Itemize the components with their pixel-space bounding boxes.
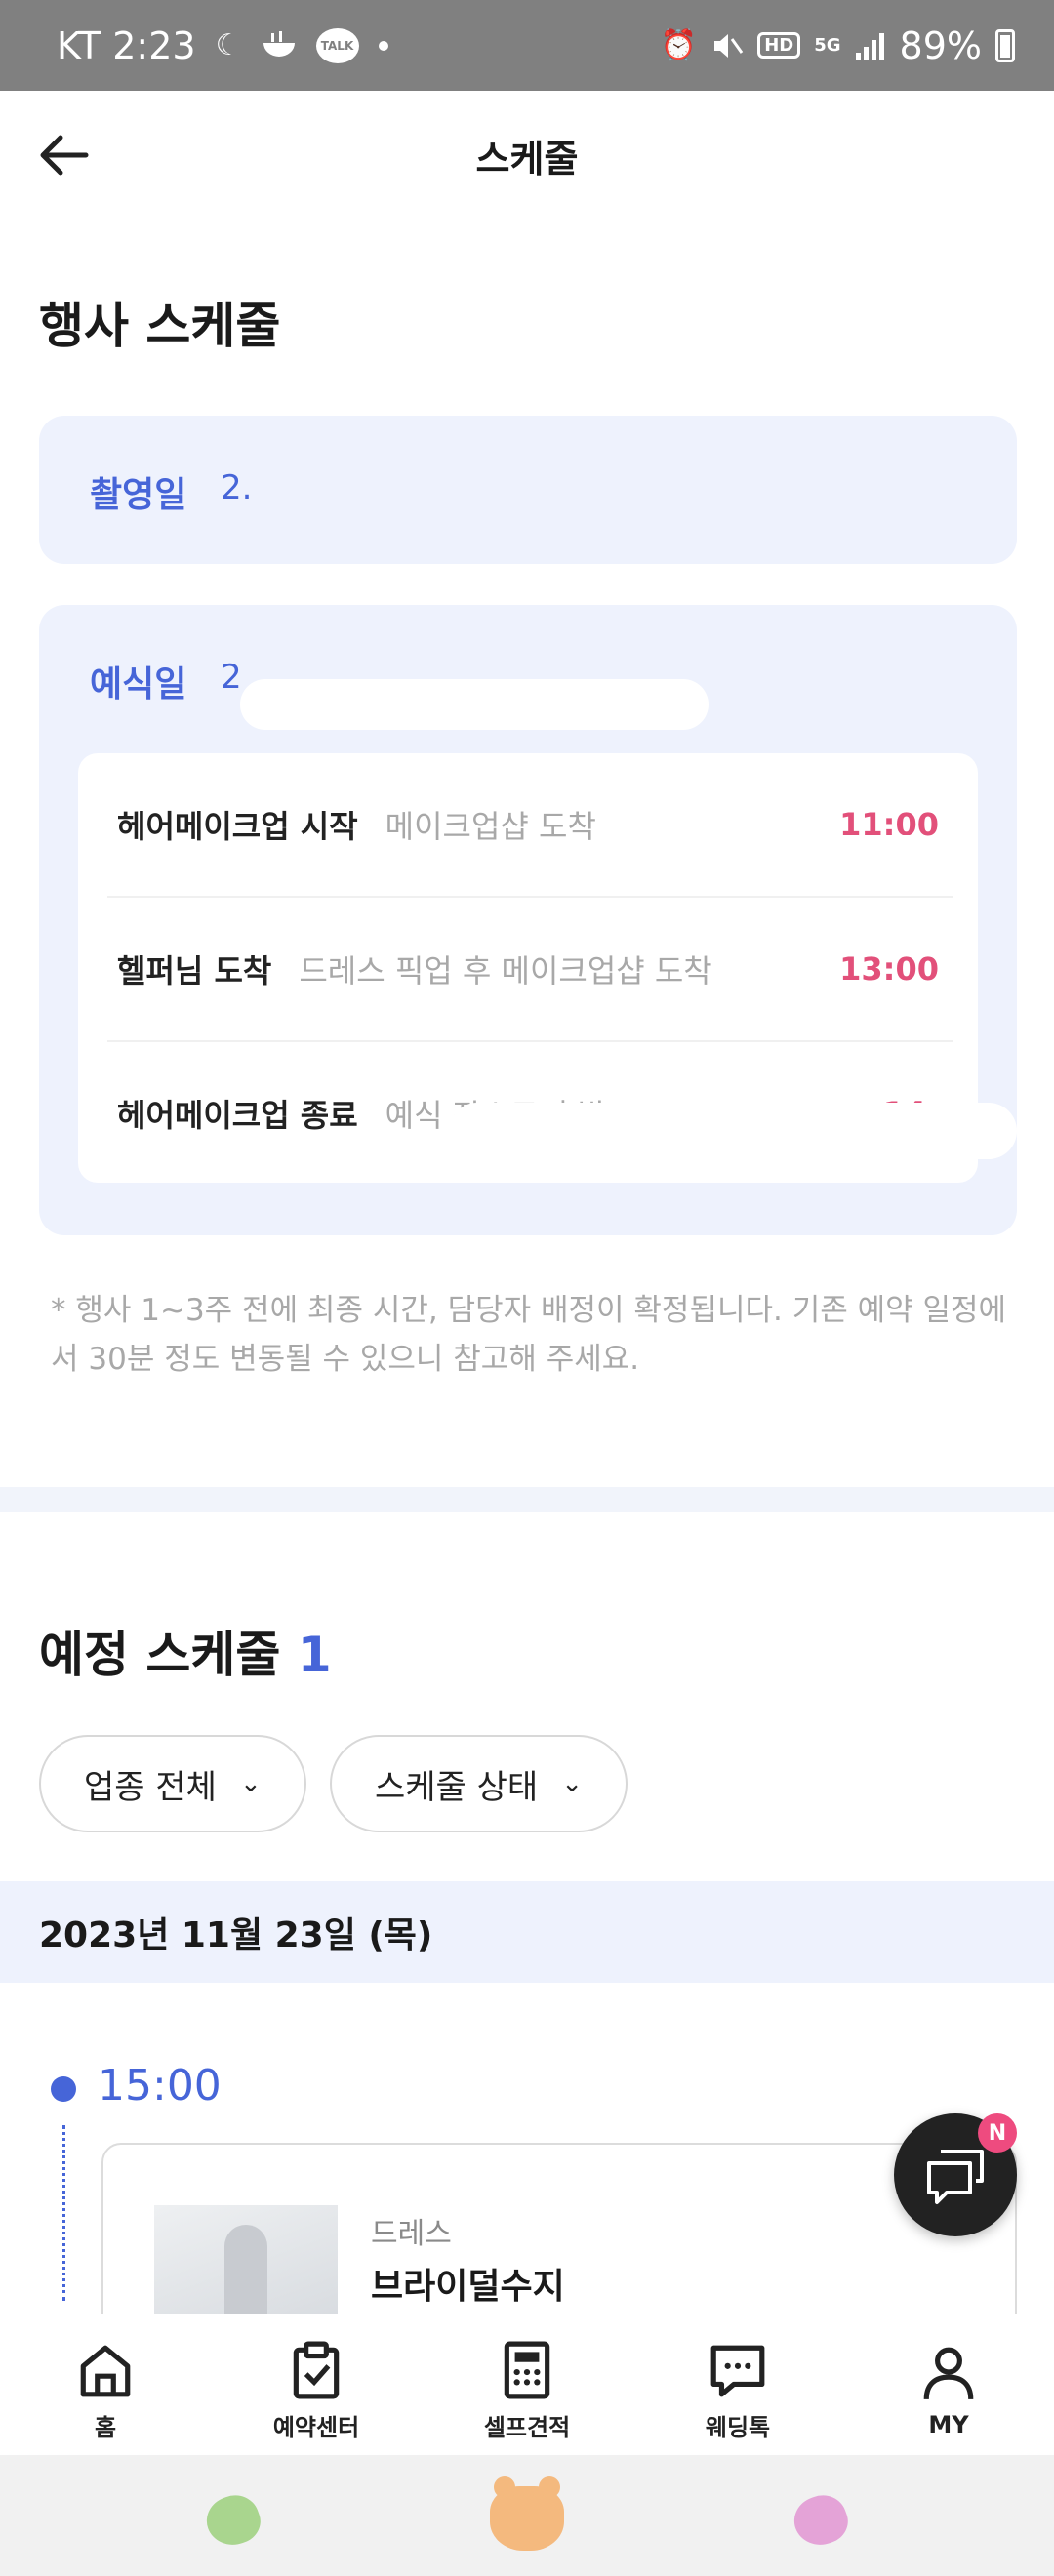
upcoming-title-text: 예정 스케줄	[39, 1627, 281, 1683]
list-item: 헬퍼님 도착 드레스 픽업 후 메이크업샵 도착 13:00	[78, 898, 978, 1040]
list-item: 헤어메이크업 시작 메이크업샵 도착 11:00	[78, 753, 978, 896]
chevron-down-icon: ⌄	[239, 1769, 262, 1798]
network-5g-icon: 5G	[814, 35, 841, 56]
new-badge: N	[978, 2113, 1017, 2153]
entry-time: 15:00	[98, 2061, 222, 2111]
timeline-dot-icon	[51, 2076, 76, 2102]
nav-my[interactable]: MY	[843, 2314, 1054, 2455]
redaction-mark	[449, 1103, 1017, 1159]
signal-icon	[855, 31, 886, 60]
home-icon	[80, 2345, 131, 2396]
upcoming-count: 1	[297, 1627, 332, 1683]
chat-icon	[927, 2150, 984, 2204]
chat-bubble-icon	[710, 2345, 765, 2396]
status-bar: KT 2:23 ☾ TALK ⏰ HD 5G 89%	[0, 0, 1054, 91]
timeline-line	[62, 2125, 65, 2301]
wedding-day-value: 2	[221, 658, 242, 697]
battery-icon	[995, 28, 1015, 62]
page-title: 스케줄	[475, 137, 579, 181]
kakaotalk-icon: TALK	[315, 27, 359, 63]
reservation-category: 드레스	[371, 2217, 452, 2251]
filter-label: 스케줄 상태	[375, 1767, 539, 1807]
nav-self-estimate[interactable]: 셀프견적	[422, 2314, 632, 2455]
item-desc: 메이크업샵 도착	[385, 808, 596, 845]
shoot-day-card: 촬영일 2.	[39, 416, 1017, 564]
item-name: 헤어메이크업 시작	[117, 808, 358, 845]
mute-icon	[710, 29, 744, 62]
status-time: KT 2:23	[57, 23, 196, 67]
reservation-vendor-name: 브라이덜수지	[371, 2267, 565, 2307]
upcoming-schedule-title: 예정 스케줄 1	[39, 1616, 332, 1686]
nav-label: MY	[928, 2411, 969, 2438]
item-name: 헤어메이크업 종료	[117, 1097, 358, 1134]
schedule-date-header: 2023년 11월 23일 (목)	[0, 1881, 1054, 1983]
battery-percent: 89%	[899, 23, 982, 67]
bottom-nav: 홈 예약센터 셀프견적 웨딩톡 MY	[0, 2314, 1054, 2455]
back-arrow-icon[interactable]	[35, 126, 94, 184]
item-desc: 드레스 픽업 후 메이크업샵 도착	[299, 952, 712, 989]
redaction-mark	[820, 835, 927, 861]
item-time: 13:00	[839, 950, 939, 987]
alarm-icon: ⏰	[660, 28, 698, 62]
wedding-day-label: 예식일	[90, 664, 187, 704]
nav-label: 홈	[94, 2413, 117, 2441]
nav-reservation-center[interactable]: 예약센터	[211, 2314, 422, 2455]
clipboard-check-icon	[293, 2341, 340, 2398]
nav-label: 웨딩톡	[705, 2413, 771, 2441]
nav-home[interactable]: 홈	[0, 2314, 211, 2455]
shoot-day-value: 2.	[221, 468, 253, 507]
section-divider	[0, 1487, 1054, 1512]
schedule-note: * 행사 1~3주 전에 최종 시간, 담당자 배정이 확정됩니다. 기존 예약…	[51, 1293, 1007, 1377]
wedding-day-card: 예식일 2 헤어메이크업 시작 메이크업샵 도착 11:00 헬퍼님 도착 드레…	[39, 605, 1017, 1235]
notification-dot-icon	[378, 40, 388, 51]
filter-label: 업종 전체	[84, 1767, 217, 1807]
shoot-day-label: 촬영일	[90, 475, 187, 515]
moon-icon: ☾	[215, 28, 242, 62]
nav-label: 셀프견적	[483, 2413, 571, 2441]
nav-label: 예약센터	[272, 2413, 360, 2441]
status-filter-button[interactable]: 스케줄 상태 ⌄	[330, 1735, 628, 1832]
nav-wedding-talk[interactable]: 웨딩톡	[632, 2314, 843, 2455]
item-name: 헬퍼님 도착	[117, 952, 272, 989]
chevron-down-icon: ⌄	[561, 1769, 584, 1798]
home-nav-icon[interactable]	[490, 2476, 564, 2551]
top-bar: 스케줄	[0, 91, 1054, 220]
redaction-mark	[240, 679, 709, 730]
calculator-icon	[504, 2341, 550, 2398]
hd-voice-icon: HD	[757, 32, 801, 59]
event-schedule-title: 행사 스케줄	[39, 298, 281, 354]
category-filter-button[interactable]: 업종 전체 ⌄	[39, 1735, 306, 1832]
bowl-icon	[262, 30, 297, 60]
person-icon	[923, 2347, 974, 2400]
